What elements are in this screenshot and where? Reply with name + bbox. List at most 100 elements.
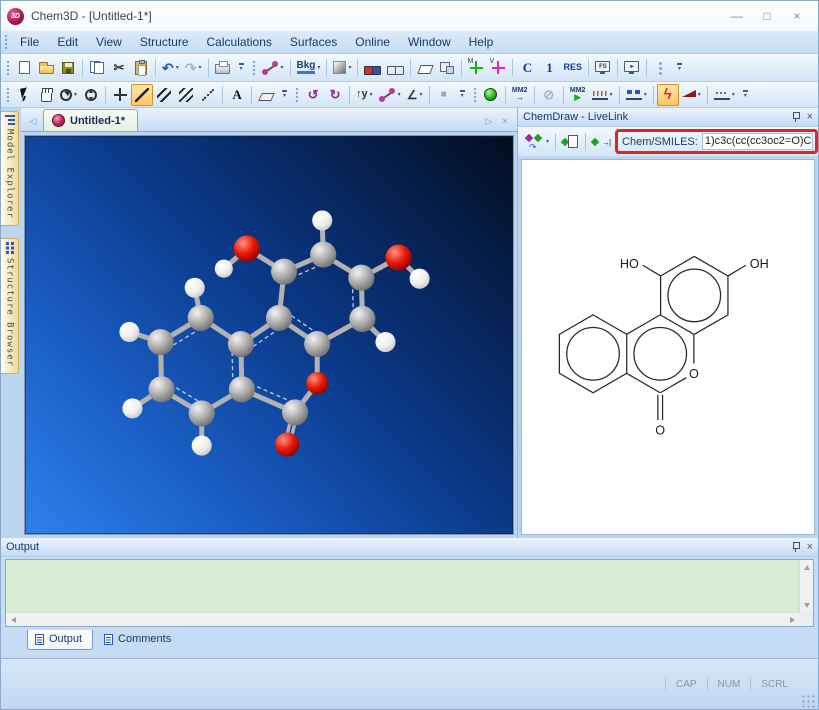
output-panel-header[interactable]: Output ×: [1, 538, 818, 557]
atom-h[interactable]: [119, 321, 140, 343]
atom-h[interactable]: [122, 398, 143, 419]
atom-c[interactable]: [349, 305, 376, 332]
measure-pairs-button[interactable]: ▾: [623, 84, 650, 106]
build-toolbar-overflow[interactable]: ▾: [279, 85, 290, 105]
measure-distance-button[interactable]: ▾: [589, 84, 616, 106]
dihedral-tool-button[interactable]: ▾: [376, 84, 404, 106]
copy-button[interactable]: [86, 57, 108, 79]
background-color-button[interactable]: Bkg ▾: [294, 57, 324, 79]
print-button[interactable]: [212, 57, 234, 79]
single-bond-button[interactable]: [131, 83, 154, 106]
cut-button[interactable]: ✂: [108, 57, 130, 79]
scroll-up-button[interactable]: [800, 560, 813, 573]
tab-scroll-right-button[interactable]: ▷: [481, 111, 497, 131]
model-axes-button[interactable]: M: [465, 57, 487, 79]
view-axes-button[interactable]: V: [487, 57, 509, 79]
copy-structure-button[interactable]: [559, 131, 582, 153]
model-display-button[interactable]: ▾: [259, 57, 287, 79]
sidebar-tab-structure-browser[interactable]: Structure Browser: [1, 237, 19, 374]
atom-c[interactable]: [282, 399, 309, 426]
scroll-down-button[interactable]: [800, 599, 813, 612]
model-3d-viewport[interactable]: [24, 135, 514, 535]
dropdown-arrow-icon[interactable]: ▾: [176, 64, 179, 71]
atom-c[interactable]: [310, 241, 337, 268]
calculation-toolbar-grip[interactable]: [472, 85, 477, 104]
dropdown-arrow-icon[interactable]: ▾: [546, 138, 549, 145]
tab-output[interactable]: Output: [27, 630, 94, 650]
move-tool-button[interactable]: [109, 84, 131, 106]
document-tab[interactable]: Untitled-1*: [43, 109, 138, 131]
mm2-run-button[interactable]: MM2 ▶: [567, 84, 589, 106]
presentation-button[interactable]: ▸: [621, 57, 643, 79]
output-close-icon[interactable]: ×: [807, 541, 813, 553]
axis-y-button[interactable]: ↑y ▾: [353, 84, 376, 106]
atom-c[interactable]: [147, 328, 174, 356]
horizontal-scrollbar[interactable]: [6, 612, 799, 626]
residue-label-button[interactable]: RES: [560, 57, 585, 79]
smiles-input[interactable]: 1)c3c(cc(cc3oc2=O)C: [701, 133, 813, 150]
charges-button[interactable]: ϟ: [656, 83, 679, 106]
resize-grip[interactable]: [802, 695, 816, 709]
stop-calculation-button[interactable]: ⊘: [538, 84, 560, 106]
menu-bar-grip[interactable]: [4, 33, 8, 51]
paste-button[interactable]: [130, 57, 152, 79]
background-style-button[interactable]: ▾: [330, 57, 354, 79]
scroll-left-button[interactable]: [6, 613, 19, 626]
sidebar-tab-model-explorer[interactable]: Model Explorer: [1, 111, 19, 226]
mm2-minimize-button[interactable]: MM2 →: [509, 84, 531, 106]
dropdown-arrow-icon[interactable]: ▾: [644, 91, 647, 98]
job-status-indicator[interactable]: [480, 84, 502, 106]
atom-o[interactable]: [306, 372, 329, 395]
menu-calculations[interactable]: Calculations: [198, 32, 281, 52]
rotate-tool-button[interactable]: ▾: [57, 84, 80, 106]
title-bar[interactable]: 3D Chem3D - [Untitled-1*] — □ ×: [1, 1, 818, 31]
atom-h[interactable]: [214, 259, 233, 278]
stereo-glasses-button[interactable]: [361, 57, 384, 79]
maximize-button[interactable]: □: [752, 4, 782, 28]
structure-toolbar-grip[interactable]: [295, 85, 300, 104]
atom-h[interactable]: [191, 435, 212, 456]
dropdown-arrow-icon[interactable]: ▾: [281, 64, 284, 71]
rotate-bond-right-button[interactable]: ↻: [324, 84, 346, 106]
atom-c[interactable]: [227, 330, 254, 358]
vertical-scrollbar[interactable]: [799, 560, 813, 612]
scroll-right-button[interactable]: [786, 613, 799, 626]
atom-number-button[interactable]: 1: [538, 57, 560, 79]
dropdown-arrow-icon[interactable]: ▾: [698, 91, 701, 98]
save-button[interactable]: [57, 57, 79, 79]
dropdown-arrow-icon[interactable]: ▾: [420, 91, 423, 98]
close-button[interactable]: ×: [782, 4, 812, 28]
atom-o[interactable]: [275, 432, 300, 457]
atom-c[interactable]: [348, 264, 375, 291]
perspective-glasses-button[interactable]: [384, 57, 407, 79]
dropdown-arrow-icon[interactable]: ▾: [348, 64, 351, 71]
atom-symbol-button[interactable]: C: [516, 57, 538, 79]
display-toolbar-overflow[interactable]: ▾: [674, 58, 685, 78]
chemdraw-2d-canvas[interactable]: HO OH O O: [521, 159, 815, 535]
stack-view-button[interactable]: [650, 57, 672, 79]
measure-generic-button[interactable]: ▾: [711, 84, 738, 106]
minimize-button[interactable]: —: [722, 4, 752, 28]
dipole-button[interactable]: ▾: [679, 84, 704, 106]
menu-surfaces[interactable]: Surfaces: [281, 32, 346, 52]
dropdown-arrow-icon[interactable]: ▾: [610, 91, 613, 98]
atom-c[interactable]: [228, 376, 255, 403]
livelink-close-icon[interactable]: ×: [807, 111, 813, 123]
structure-toolbar-overflow[interactable]: ▾: [457, 85, 468, 105]
output-textarea[interactable]: [6, 560, 799, 612]
angle-tool-button[interactable]: ∠ ▾: [404, 84, 426, 106]
build-toolbar-grip[interactable]: [6, 85, 10, 104]
dropdown-arrow-icon[interactable]: ▾: [398, 91, 401, 98]
atom-h[interactable]: [312, 210, 333, 231]
dashed-bond-button[interactable]: [197, 84, 219, 106]
stop-button[interactable]: ■: [433, 84, 455, 106]
dropdown-arrow-icon[interactable]: ▾: [317, 64, 320, 71]
pin-icon[interactable]: [792, 542, 800, 552]
double-bond-button[interactable]: [153, 84, 175, 106]
dropdown-arrow-icon[interactable]: ▾: [198, 64, 201, 71]
dropdown-arrow-icon[interactable]: ▾: [732, 91, 735, 98]
menu-view[interactable]: View: [87, 32, 131, 52]
atom-o[interactable]: [233, 235, 260, 262]
atom-h[interactable]: [409, 268, 430, 289]
atom-c[interactable]: [304, 330, 331, 358]
